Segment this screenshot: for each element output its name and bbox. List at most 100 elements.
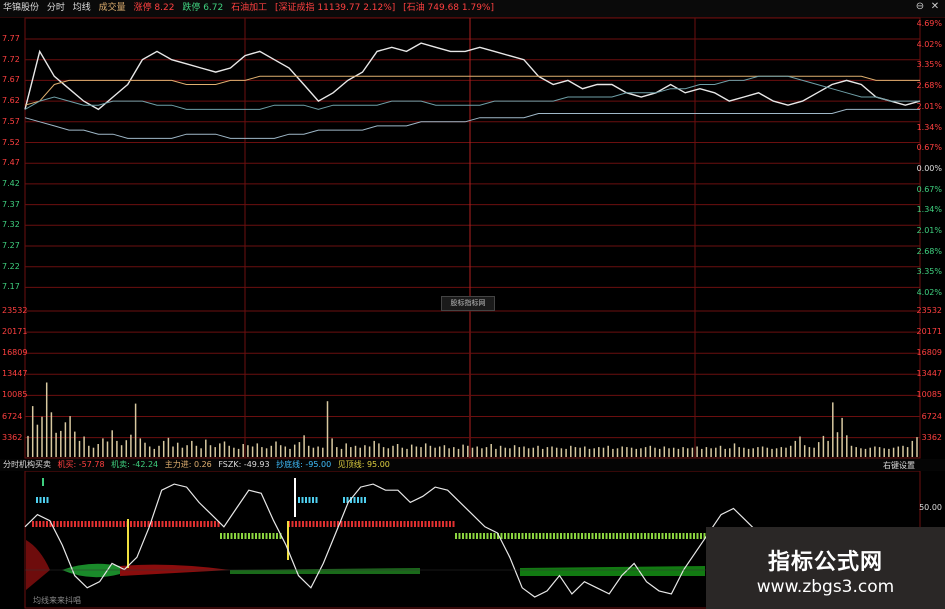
buy-signal-dash [375, 521, 378, 527]
sell-signal-dash [563, 533, 566, 539]
buy-signal-dash [354, 521, 357, 527]
sell-signal-dash [640, 533, 643, 539]
buy-signal-dash [358, 521, 360, 527]
buy-signal-dash [74, 521, 76, 527]
sell-signal-dash [490, 533, 492, 539]
cyan-marker [312, 497, 314, 503]
buy-signal-dash [137, 521, 139, 527]
buy-signal-dash [410, 521, 413, 527]
buy-signal-dash [35, 521, 38, 527]
buy-signal-dash [186, 521, 188, 527]
indicator-red-area [120, 564, 230, 576]
indicator-header: 分时机构买卖 机买: -57.78 机卖: -42.24 主力进: 0.26 F… [0, 459, 945, 471]
sell-signal-dash [251, 533, 254, 539]
buy-signal-dash [98, 521, 101, 527]
indicator-name[interactable]: 分时机构买卖 [3, 460, 51, 469]
sell-signal-dash [675, 533, 678, 539]
buy-signal-dash [130, 521, 132, 527]
buy-signal-dash [365, 521, 367, 527]
sell-signal-dash [595, 533, 597, 539]
sell-signal-dash [500, 533, 503, 539]
sell-signal-dash [514, 533, 517, 539]
buy-signal-dash [417, 521, 420, 527]
sell-signal-dash [528, 533, 531, 539]
price-axis-label: 7.42 [2, 178, 20, 188]
sell-signal-dash [654, 533, 657, 539]
sell-signal-dash [581, 533, 583, 539]
stock-chart-window: 华锦股份 分时 均线 成交量 涨停 8.22 跌停 6.72 石油加工 [深证成… [0, 0, 945, 609]
site-watermark: 指标公式网 www.zbgs3.com [706, 527, 945, 609]
cyan-marker [39, 497, 42, 503]
price-axis-label: 7.17 [2, 282, 20, 292]
indicator-green-area [520, 566, 705, 576]
cyan-marker [308, 497, 311, 503]
sell-signal-dash [507, 533, 510, 539]
percent-axis-label: 0.67% [916, 143, 942, 153]
sell-signal-dash [272, 533, 275, 539]
buy-signal-dash [449, 521, 451, 527]
buy-signal-dash [421, 521, 423, 527]
sell-signal-dash [570, 533, 573, 539]
sell-signal-dash [504, 533, 506, 539]
cyan-marker [353, 497, 356, 503]
buy-signal-dash [414, 521, 416, 527]
sell-signal-dash [672, 533, 674, 539]
sell-signal-dash [227, 533, 229, 539]
sell-signal-dash [265, 533, 268, 539]
sell-signal-dash [483, 533, 485, 539]
percent-axis-label: 4.69% [916, 19, 942, 28]
sell-signal-dash [539, 533, 541, 539]
sell-signal-dash [696, 533, 699, 539]
sell-signal-dash [626, 533, 629, 539]
buy-signal-dash [445, 521, 448, 527]
sell-signal-dash [525, 533, 527, 539]
sell-signal-dash [556, 533, 559, 539]
cyan-marker [43, 497, 45, 503]
volume-axis-label-right: 6724 [921, 411, 942, 421]
buy-signal-dash [200, 521, 202, 527]
percent-axis-label: 1.34% [916, 122, 942, 132]
buy-signal-dash [196, 521, 199, 527]
sell-signal-dash [458, 533, 461, 539]
buy-signal-dash [400, 521, 402, 527]
percent-axis-label: 2.01% [916, 101, 942, 111]
buy-signal-dash [323, 521, 325, 527]
sell-signal-dash [276, 533, 278, 539]
indicator-green-area [230, 568, 420, 574]
sell-signal-dash [493, 533, 496, 539]
sell-signal-dash [241, 533, 243, 539]
price-axis-label: 7.67 [2, 75, 20, 85]
cyan-marker [46, 497, 49, 503]
sell-signal-dash [689, 533, 692, 539]
sell-signal-dash [619, 533, 622, 539]
buy-signal-dash [312, 521, 315, 527]
buy-signal-dash [389, 521, 392, 527]
sell-signal-dash [549, 533, 552, 539]
sell-signal-dash [255, 533, 257, 539]
cyan-marker [364, 497, 366, 503]
watermark-url: www.zbgs3.com [756, 577, 895, 597]
indicator-sell: 机卖: -42.24 [111, 460, 159, 469]
buy-signal-dash [112, 521, 115, 527]
indicator-buy: 机买: -57.78 [57, 460, 105, 469]
buy-signal-dash [326, 521, 329, 527]
sell-signal-dash [661, 533, 664, 539]
volume-axis-label: 13447 [2, 369, 28, 379]
buy-signal-dash [193, 521, 195, 527]
sell-signal-dash [542, 533, 545, 539]
cyan-marker [360, 497, 363, 503]
buy-signal-dash [438, 521, 441, 527]
sell-signal-dash [472, 533, 475, 539]
sell-signal-dash [668, 533, 671, 539]
buy-signal-dash [351, 521, 353, 527]
indicator-footer: 均线来来抖唱 [33, 596, 81, 605]
buy-signal-dash [382, 521, 385, 527]
price-axis-label: 7.52 [2, 137, 20, 147]
settings-button[interactable]: 右键设置 [883, 461, 915, 470]
volume-axis-label: 20171 [2, 327, 28, 337]
indicator-main: 主力进: 0.26 [164, 460, 212, 469]
sell-signal-dash [612, 533, 615, 539]
sell-signal-dash [237, 533, 240, 539]
volume-axis-label-right: 3362 [921, 432, 942, 442]
volume-axis-label-right: 13447 [916, 369, 942, 379]
